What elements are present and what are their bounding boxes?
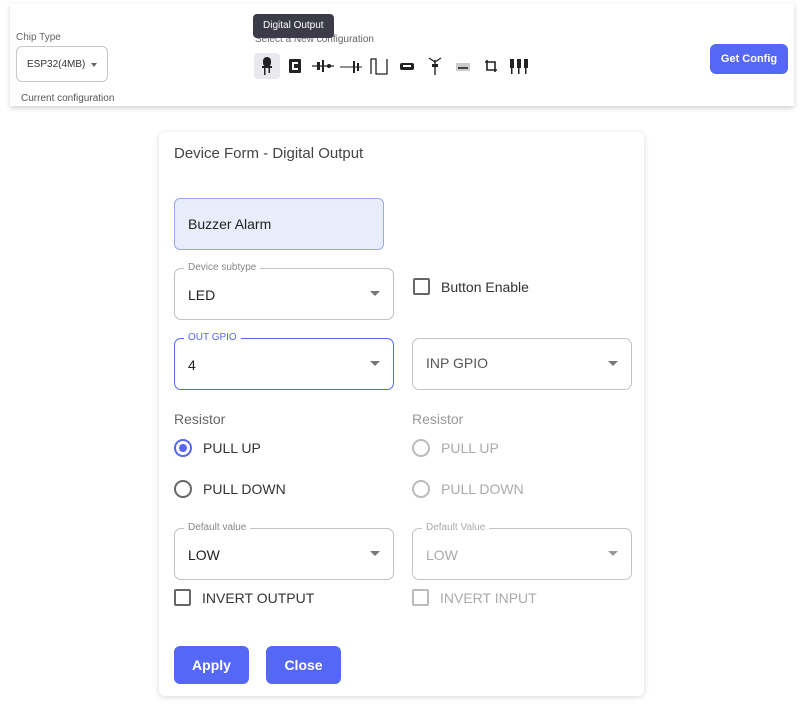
radio-pull-up-right[interactable]: PULL UP xyxy=(412,439,499,457)
chip-type-select[interactable]: ESP32(4MB) xyxy=(16,46,108,82)
radio-unchecked-icon xyxy=(412,480,430,498)
config-toolbar: Chip Type ESP32(4MB) Current configurati… xyxy=(10,4,794,106)
checkbox-icon xyxy=(412,589,429,606)
resistor-label-left: Resistor xyxy=(174,411,226,427)
invert-output-checkbox[interactable]: INVERT OUTPUT xyxy=(174,589,314,606)
chevron-down-icon xyxy=(608,551,618,556)
default-value-select-left[interactable]: Default value LOW xyxy=(174,522,394,580)
pulse-icon[interactable] xyxy=(366,53,392,79)
pull-down-label: PULL DOWN xyxy=(203,481,286,497)
apply-button[interactable]: Apply xyxy=(174,646,249,684)
chip-type-value: ESP32(4MB) xyxy=(27,59,86,70)
invert-input-label: INVERT INPUT xyxy=(440,589,537,606)
chip-icon[interactable] xyxy=(450,53,476,79)
inp-gpio-select[interactable]: INP GPIO xyxy=(412,338,632,390)
antenna-icon[interactable] xyxy=(422,53,448,79)
display-icon[interactable] xyxy=(282,53,308,79)
form-title: Device Form - Digital Output xyxy=(174,145,364,162)
chevron-down-icon xyxy=(370,361,380,366)
chevron-down-icon xyxy=(91,63,97,67)
chevron-down-icon xyxy=(370,551,380,556)
device-subtype-value: LED xyxy=(188,287,216,303)
inp-gpio-placeholder: INP GPIO xyxy=(426,355,488,371)
button-enable-checkbox[interactable]: Button Enable xyxy=(413,278,529,295)
radio-pull-down-left[interactable]: PULL DOWN xyxy=(174,480,286,498)
device-name-input[interactable]: Buzzer Alarm xyxy=(174,198,384,250)
invert-input-checkbox[interactable]: INVERT INPUT xyxy=(412,589,537,606)
analog-icon[interactable] xyxy=(338,53,364,79)
get-config-button[interactable]: Get Config xyxy=(710,44,788,74)
pull-up-label: PULL UP xyxy=(203,440,261,456)
device-subtype-select[interactable]: Device subtype LED xyxy=(174,262,394,320)
device-type-icons xyxy=(254,52,534,80)
radio-unchecked-icon xyxy=(412,439,430,457)
chevron-down-icon xyxy=(608,361,618,366)
checkbox-icon xyxy=(174,589,191,606)
resistor-label-right: Resistor xyxy=(412,411,464,427)
pull-down-label: PULL DOWN xyxy=(441,481,524,497)
device-form-card: Device Form - Digital Output Buzzer Alar… xyxy=(159,132,644,696)
default-value-value: LOW xyxy=(426,547,458,563)
out-gpio-select[interactable]: OUT GPIO 4 xyxy=(174,332,394,390)
sensor-icon[interactable] xyxy=(310,53,336,79)
radio-pull-down-right[interactable]: PULL DOWN xyxy=(412,480,524,498)
default-value-label: Default Value xyxy=(422,522,490,534)
out-gpio-label: OUT GPIO xyxy=(184,332,241,344)
button-enable-label: Button Enable xyxy=(441,278,529,295)
out-gpio-value: 4 xyxy=(188,357,196,373)
close-button[interactable]: Close xyxy=(266,646,341,684)
device-subtype-label: Device subtype xyxy=(184,262,261,274)
chip-type-label: Chip Type xyxy=(16,32,61,43)
radio-unchecked-icon xyxy=(174,480,192,498)
tooltip: Digital Output xyxy=(253,14,334,38)
relay-bank-icon[interactable] xyxy=(506,53,532,79)
current-configuration-label: Current configuration xyxy=(21,93,115,104)
pull-up-label: PULL UP xyxy=(441,440,499,456)
checkbox-icon xyxy=(413,278,430,295)
default-value-label: Default value xyxy=(184,522,251,534)
invert-output-label: INVERT OUTPUT xyxy=(202,589,315,606)
crop-icon[interactable] xyxy=(478,53,504,79)
default-value-value: LOW xyxy=(188,547,220,563)
chevron-down-icon xyxy=(370,291,380,296)
radio-pull-up-left[interactable]: PULL UP xyxy=(174,439,261,457)
module-icon[interactable] xyxy=(394,53,420,79)
default-value-select-right[interactable]: Default Value LOW xyxy=(412,522,632,580)
radio-checked-icon xyxy=(174,439,192,457)
digital-output-icon[interactable] xyxy=(254,53,280,79)
